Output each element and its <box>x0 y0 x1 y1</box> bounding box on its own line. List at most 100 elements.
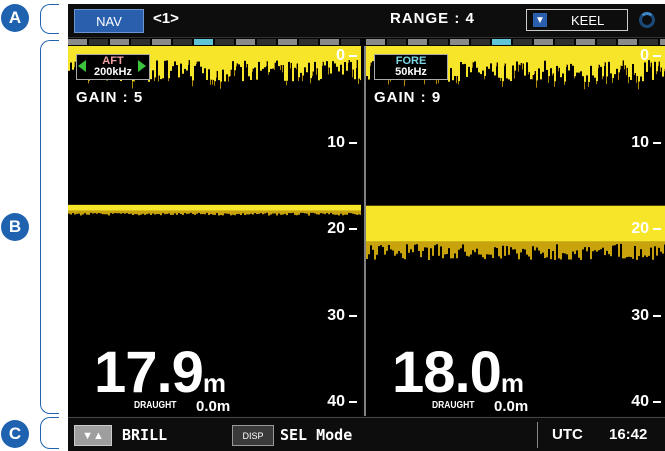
scale-strip-segment <box>215 39 234 45</box>
surface-echo <box>482 46 484 71</box>
surface-echo-tail <box>356 60 357 69</box>
surface-echo-tail <box>606 76 607 85</box>
scale-strip-segment <box>173 39 192 45</box>
scale-strip-segment <box>320 39 339 45</box>
scale-strip-segment <box>492 39 511 45</box>
surface-echo <box>654 46 656 62</box>
surface-echo <box>158 46 160 76</box>
surface-echo <box>650 46 652 63</box>
keel-reference-button[interactable]: ▼ KEEL <box>526 9 628 31</box>
surface-echo <box>214 46 216 82</box>
depth-scale-label: 0 <box>336 47 345 64</box>
bottom-echo-tail <box>462 241 464 245</box>
bottom-echo-tail <box>436 241 438 245</box>
bottom-echo-tail <box>618 241 620 257</box>
bottom-echo-tail <box>508 241 510 255</box>
surface-echo <box>552 46 554 74</box>
nav-mode-button[interactable]: NAV <box>74 9 144 33</box>
bottom-echo-tail <box>588 241 590 248</box>
brill-updown-button[interactable]: ▼▲ <box>74 425 112 446</box>
surface-echo <box>370 46 372 63</box>
bottom-echo-tail <box>640 241 642 250</box>
depth-scale-tick <box>653 141 661 144</box>
bottom-echo-tail <box>198 210 200 213</box>
surface-echo <box>588 46 590 82</box>
bottom-echo-tail <box>170 210 172 215</box>
surface-echo <box>234 46 236 71</box>
depth-scale-label: 10 <box>631 133 649 151</box>
surface-echo <box>462 46 464 65</box>
bottom-echo-tail <box>366 241 368 259</box>
bottom-echo-tail <box>340 210 342 214</box>
surface-echo <box>270 46 272 69</box>
surface-echo-tail <box>628 76 629 84</box>
bottom-echo-tail <box>622 241 624 259</box>
bottom-echo-tail <box>122 210 124 214</box>
scale-strip-segment <box>152 39 171 45</box>
surface-echo <box>530 46 532 80</box>
clock-time: 16:42 <box>609 426 648 443</box>
surface-echo-tail <box>458 80 459 85</box>
surface-echo <box>68 46 70 71</box>
bottom-echo-tail <box>368 241 370 255</box>
scale-strip-segment <box>639 39 658 45</box>
bottom-echo-tail <box>240 210 242 215</box>
bottom-echo-tail <box>274 210 276 214</box>
bottom-echo-tail <box>642 241 644 258</box>
bottom-echo-tail <box>338 210 340 216</box>
surface-echo-tail <box>500 78 501 82</box>
bottom-echo-tail <box>148 210 150 214</box>
surface-echo-tail <box>554 81 555 87</box>
surface-echo <box>156 46 158 61</box>
surface-echo <box>586 46 588 76</box>
aft-frequency-value: 200kHz <box>94 66 132 78</box>
callout-b-bracket <box>40 40 59 414</box>
surface-echo-tail <box>574 76 575 79</box>
bottom-echo-tail <box>482 241 484 258</box>
surface-echo-tail <box>196 61 197 65</box>
surface-echo <box>290 46 292 63</box>
bottom-echo-tail <box>244 210 246 216</box>
surface-echo <box>496 46 498 63</box>
bottom-echo-tail <box>580 241 582 260</box>
surface-echo <box>526 46 528 63</box>
bottom-echo-tail <box>358 210 360 215</box>
surface-echo-tail <box>626 67 627 76</box>
surface-echo-tail <box>656 71 657 75</box>
bottom-echo-tail <box>596 241 598 252</box>
fore-frequency-box[interactable]: FORE 50kHz <box>374 54 448 80</box>
surface-echo <box>186 46 188 71</box>
surface-echo-tail <box>658 61 659 67</box>
depth-scale-label: 40 <box>327 393 345 410</box>
bottom-echo-tail <box>402 241 404 259</box>
surface-echo <box>180 46 182 64</box>
bottom-echo-tail <box>450 241 452 259</box>
bottom-echo-tail <box>120 210 122 214</box>
bottom-echo-tail <box>160 210 162 216</box>
disp-button[interactable]: DISP <box>232 425 274 446</box>
bottom-echo-tail <box>630 241 632 258</box>
bottom-echo-tail <box>644 241 646 256</box>
bottom-echo-tail <box>212 210 214 215</box>
bottom-echo-tail <box>232 210 234 215</box>
bottom-echo-tail <box>558 241 560 259</box>
surface-echo <box>308 46 310 63</box>
bottom-echo-tail <box>432 241 434 256</box>
bottom-echo-tail <box>100 210 102 214</box>
bottom-echo-tail <box>84 210 86 214</box>
bottom-echo-tail <box>190 210 192 213</box>
bottom-echo-tail <box>444 241 446 255</box>
bottom-echo-tail <box>222 210 224 216</box>
bottom-echo-tail <box>302 210 304 213</box>
bottom-echo-tail <box>572 241 574 252</box>
surface-echo-tail <box>558 67 559 72</box>
bottom-echo-tail <box>316 210 318 215</box>
bottom-echo-tail <box>248 210 250 215</box>
bottom-echo-tail <box>650 241 652 248</box>
surface-echo <box>260 46 262 71</box>
bottom-echo-tail <box>530 241 532 260</box>
bottom-echo-tail <box>396 241 398 254</box>
bottom-echo-tail <box>68 210 70 214</box>
bottom-echo-tail <box>266 210 268 213</box>
surface-echo-tail <box>634 73 635 76</box>
